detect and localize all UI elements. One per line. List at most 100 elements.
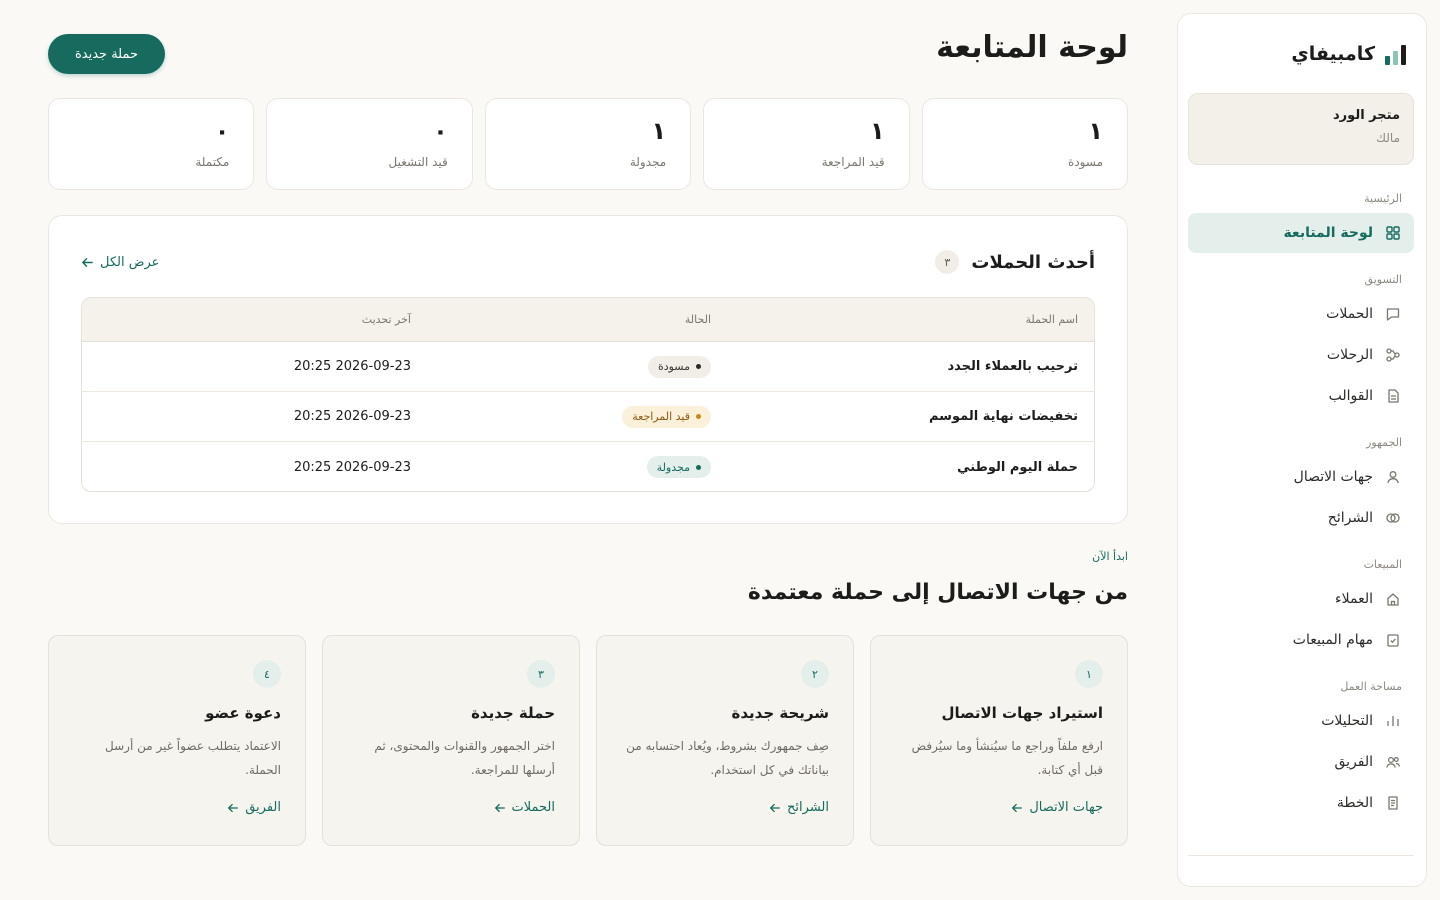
step-link-campaigns[interactable]: الحملات bbox=[494, 800, 555, 815]
updated-date: 2026-09-23 20:25 bbox=[293, 409, 411, 424]
status-badge: قيد المراجعة bbox=[622, 405, 711, 428]
recent-campaigns-header: أحدث الحملات ٣ عرض الكل bbox=[81, 250, 1095, 274]
step-title: حملة جديدة bbox=[471, 704, 555, 722]
step-link-segments[interactable]: الشرائح bbox=[769, 800, 829, 815]
arrow-left-icon bbox=[227, 802, 239, 814]
step-link-label: الشرائح bbox=[787, 800, 829, 815]
campaign-name: حملة اليوم الوطني bbox=[957, 459, 1078, 475]
arrow-left-icon bbox=[1011, 802, 1023, 814]
sidebar-item-label: التحليلات bbox=[1321, 713, 1373, 729]
stat-card-running: ٠ قيد التشغيل bbox=[266, 98, 473, 190]
stat-value: ٠ bbox=[214, 117, 230, 145]
arrow-left-icon bbox=[81, 256, 94, 269]
step-description: ارفع ملفاً وراجع ما سيُنشأ وما سيُرفض قب… bbox=[911, 739, 1103, 777]
sidebar-item-journeys[interactable]: الرحلات bbox=[1188, 335, 1414, 375]
updated-date: 2026-09-23 20:25 bbox=[293, 359, 411, 374]
sidebar-item-customers[interactable]: العملاء bbox=[1188, 579, 1414, 619]
status-badge-label: مسودة bbox=[657, 360, 690, 373]
stat-label: قيد التشغيل bbox=[388, 155, 448, 169]
campaigns-table: اسم الحملة الحالة آخر تحديث ترحيب بالعمل… bbox=[81, 297, 1095, 492]
status-cell: مجدولة bbox=[411, 456, 711, 478]
sidebar-item-label: الشرائح bbox=[1327, 510, 1373, 526]
steps-row: ١ استيراد جهات الاتصال ارفع ملفاً وراجع … bbox=[48, 635, 1128, 846]
status-cell: مسودة bbox=[411, 355, 711, 378]
column-header-updated: آخر تحديث bbox=[361, 313, 411, 326]
sidebar-item-label: الفريق bbox=[1334, 754, 1373, 770]
column-header-status: الحالة bbox=[684, 313, 711, 326]
sidebar-item-analytics[interactable]: التحليلات bbox=[1188, 701, 1414, 741]
step-title: شريحة جديدة bbox=[731, 704, 829, 722]
dashboard-grid-icon bbox=[1385, 225, 1401, 241]
step-number: ٢ bbox=[801, 660, 829, 688]
sidebar-divider bbox=[1188, 855, 1414, 856]
updated-date: 2026-09-23 20:25 bbox=[293, 459, 411, 475]
document-icon bbox=[1385, 388, 1401, 404]
table-row[interactable]: تخفيضات نهاية الموسم قيد المراجعة 2026-0… bbox=[82, 392, 1094, 442]
step-link-contacts[interactable]: جهات الاتصال bbox=[1011, 800, 1103, 815]
step-link-team[interactable]: الفريق bbox=[227, 800, 281, 815]
status-cell: قيد المراجعة bbox=[411, 405, 711, 428]
step-title: استيراد جهات الاتصال bbox=[941, 704, 1103, 722]
step-number: ١ bbox=[1075, 660, 1103, 688]
sidebar-item-sales-tasks[interactable]: مهام المبيعات bbox=[1188, 620, 1414, 660]
brand-logo-icon bbox=[1385, 43, 1406, 65]
step-card-import-contacts: ١ استيراد جهات الاتصال ارفع ملفاً وراجع … bbox=[870, 635, 1128, 846]
workspace-switcher[interactable]: متجر الورد مالك bbox=[1188, 93, 1414, 165]
store-icon bbox=[1385, 591, 1401, 607]
flow-icon bbox=[1385, 347, 1401, 363]
stat-card-scheduled: ١ مجدولة bbox=[484, 98, 692, 190]
sidebar-item-label: الرحلات bbox=[1326, 347, 1373, 363]
receipt-icon bbox=[1385, 795, 1401, 811]
sidebar-item-campaigns[interactable]: الحملات bbox=[1188, 294, 1414, 334]
status-badge-label: مجدولة bbox=[656, 460, 690, 474]
step-link-label: الحملات bbox=[511, 800, 555, 815]
brand[interactable]: كامبيفاي bbox=[1291, 40, 1406, 68]
stat-value: ١ bbox=[869, 117, 885, 145]
recent-title-wrap: أحدث الحملات ٣ bbox=[935, 250, 1095, 274]
step-description: اختر الجمهور والقنوات والمحتوى، ثم أرسله… bbox=[374, 739, 555, 777]
step-card-invite-member: ٤ دعوة عضو الاعتماد يتطلب عضواً غير من أ… bbox=[48, 635, 306, 846]
stat-value: ١ bbox=[1088, 117, 1103, 145]
stat-value: ١ bbox=[651, 117, 667, 145]
step-card-new-campaign: ٣ حملة جديدة اختر الجمهور والقنوات والمح… bbox=[322, 635, 580, 846]
stat-card-draft: ١ مسودة bbox=[921, 98, 1128, 190]
brand-name: كامبيفاي bbox=[1291, 43, 1375, 65]
team-icon bbox=[1385, 754, 1401, 770]
campaign-name: تخفيضات نهاية الموسم bbox=[928, 409, 1078, 424]
table-row[interactable]: ترحيب بالعملاء الجدد مسودة 2026-09-23 20… bbox=[82, 342, 1094, 392]
status-dot-icon bbox=[696, 464, 701, 470]
bar-chart-icon bbox=[1385, 713, 1401, 729]
sidebar-item-team[interactable]: الفريق bbox=[1188, 742, 1414, 782]
sidebar-item-dashboard[interactable]: لوحة المتابعة bbox=[1188, 213, 1414, 253]
status-dot-icon bbox=[696, 364, 701, 369]
message-icon bbox=[1385, 306, 1401, 322]
view-all-link[interactable]: عرض الكل bbox=[81, 255, 159, 270]
workspace-name: متجر الورد bbox=[1333, 108, 1400, 123]
table-row[interactable]: حملة اليوم الوطني مجدولة 2026-09-23 20:2… bbox=[82, 442, 1094, 491]
recent-campaigns-title: أحدث الحملات bbox=[971, 251, 1095, 273]
nav-section-workspace: مساحة العمل bbox=[1340, 680, 1402, 693]
sidebar-item-label: جهات الاتصال bbox=[1293, 469, 1373, 485]
sidebar-item-plan[interactable]: الخطة bbox=[1188, 783, 1414, 823]
stats-row: ١ مسودة ١ قيد المراجعة ١ مجدولة ٠ قيد ال… bbox=[47, 98, 1128, 190]
column-header-name: اسم الحملة bbox=[1025, 313, 1079, 326]
sidebar-item-segments[interactable]: الشرائح bbox=[1188, 498, 1414, 538]
sidebar-item-contacts[interactable]: جهات الاتصال bbox=[1188, 457, 1414, 497]
nav-section-audience: الجمهور bbox=[1366, 436, 1402, 449]
workspace-role: مالك bbox=[1376, 131, 1400, 145]
count-badge: ٣ bbox=[935, 250, 960, 274]
task-check-icon bbox=[1385, 632, 1401, 648]
stat-label: قيد المراجعة bbox=[821, 155, 885, 169]
step-title: دعوة عضو bbox=[205, 704, 281, 722]
arrow-left-icon bbox=[769, 802, 781, 814]
step-number: ٣ bbox=[527, 660, 555, 688]
getting-started-title: من جهات الاتصال إلى حملة معتمدة bbox=[747, 580, 1128, 605]
sidebar-nav: الرئيسية لوحة المتابعة التسويق الحملات ا… bbox=[1188, 186, 1414, 824]
page-title: لوحة المتابعة bbox=[936, 30, 1128, 65]
view-all-label: عرض الكل bbox=[100, 254, 160, 270]
new-campaign-button[interactable]: حملة جديدة bbox=[48, 34, 165, 74]
step-link-label: جهات الاتصال bbox=[1029, 800, 1103, 815]
stat-label: مسودة bbox=[1068, 155, 1103, 169]
sidebar-item-label: لوحة المتابعة bbox=[1283, 225, 1373, 241]
sidebar-item-templates[interactable]: القوالب bbox=[1188, 376, 1414, 416]
